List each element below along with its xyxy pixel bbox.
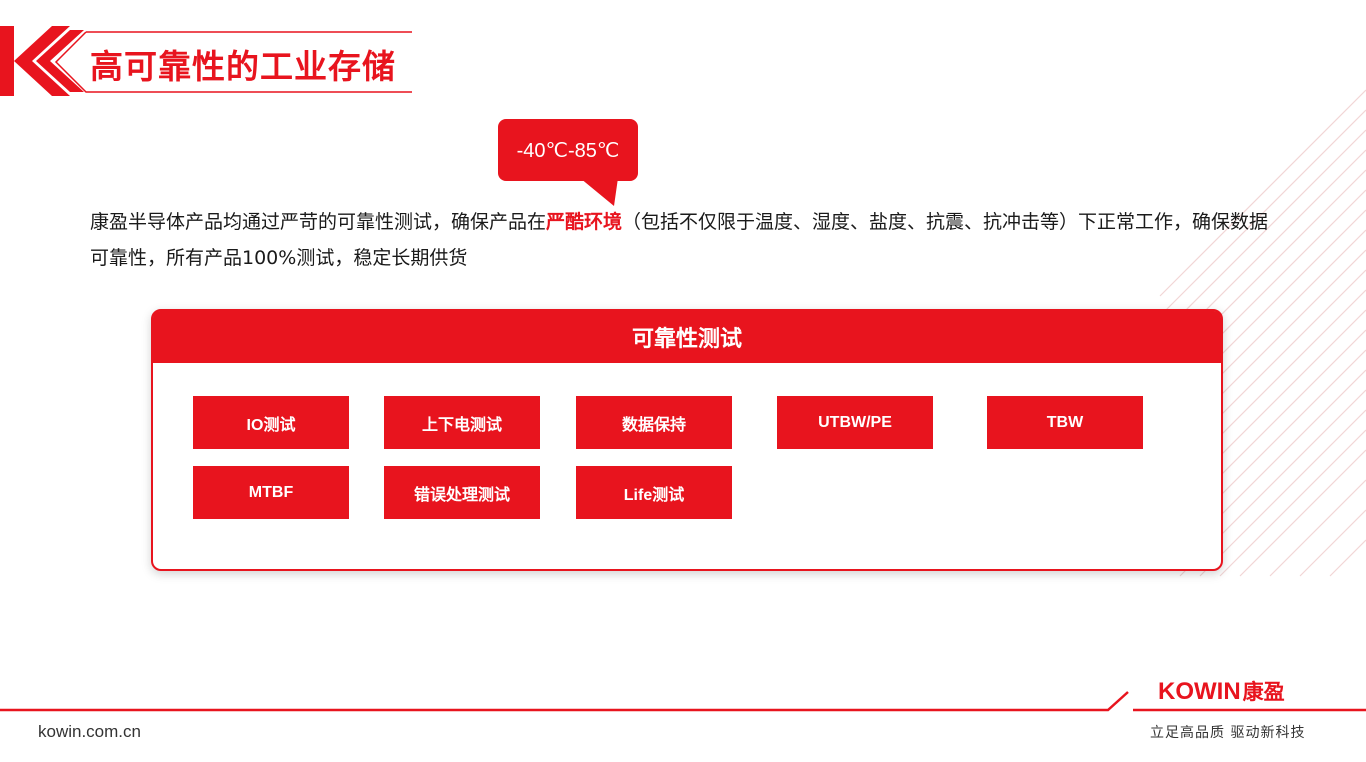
intro-paragraph: 康盈半导体产品均通过严苛的可靠性测试，确保产品在严酷环境（包括不仅限于温度、湿度… (90, 204, 1270, 276)
test-item-power-cycle: 上下电测试 (384, 396, 540, 449)
test-item-io: IO测试 (193, 396, 349, 449)
test-item-mtbf: MTBF (193, 466, 349, 519)
page-title: 高可靠性的工业存储 (90, 47, 396, 86)
test-item-tbw: TBW (987, 396, 1143, 449)
test-item-life: Life测试 (576, 466, 732, 519)
brand-chinese-name: 康盈 (1242, 680, 1285, 704)
temperature-callout: -40℃-85℃ (498, 119, 638, 181)
website-link[interactable]: kowin.com.cn (38, 722, 141, 742)
intro-text-before: 康盈半导体产品均通过严苛的可靠性测试，确保产品在 (90, 211, 547, 233)
panel-title: 可靠性测试 (153, 311, 1221, 363)
test-item-error-handling: 错误处理测试 (384, 466, 540, 519)
slogan: 立足高品质 驱动新科技 (1150, 725, 1306, 741)
brand-name: KOWIN (1158, 678, 1241, 705)
test-item-data-retention: 数据保持 (576, 396, 732, 449)
test-item-utbw-pe: UTBW/PE (777, 396, 933, 449)
intro-highlight: 严酷环境 (546, 211, 623, 233)
brand-logo: KOWIN康盈 (1158, 676, 1285, 706)
reliability-test-panel: 可靠性测试 IO测试 上下电测试 数据保持 UTBW/PE TBW MTBF 错… (151, 309, 1223, 571)
